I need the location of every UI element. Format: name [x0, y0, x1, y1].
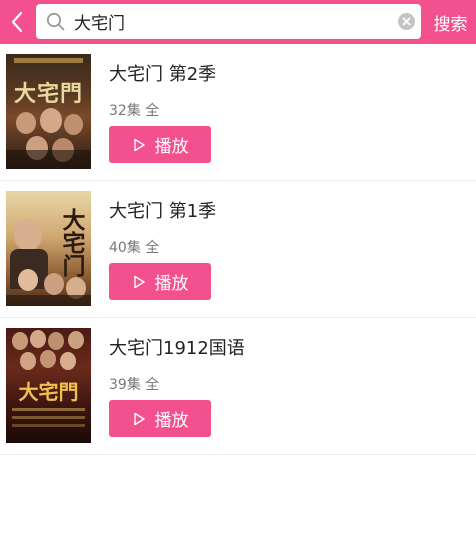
item-title[interactable]: 大宅门1912国语: [109, 334, 245, 360]
result-list: 大宅門 大宅门 第2季 32集 全 播放 大宅门 大宅门 第1季 40集 全 播…: [0, 44, 476, 455]
list-item[interactable]: 大宅门 大宅门 第1季 40集 全 播放: [0, 181, 476, 318]
clear-icon[interactable]: [398, 13, 415, 30]
poster-title: 大宅门: [58, 207, 85, 277]
play-label: 播放: [154, 137, 189, 157]
poster-image[interactable]: 大宅门: [6, 191, 91, 306]
play-button[interactable]: 播放: [109, 400, 211, 437]
poster-image[interactable]: 大宅門: [6, 328, 91, 443]
item-title[interactable]: 大宅门 第2季: [109, 60, 216, 86]
back-button[interactable]: [0, 0, 34, 44]
episode-count: 40集 全: [109, 240, 160, 256]
search-button[interactable]: 搜索: [425, 0, 476, 44]
search-icon: [46, 12, 65, 31]
episode-count: 32集 全: [109, 103, 160, 119]
search-input[interactable]: [74, 4, 394, 39]
list-item[interactable]: 大宅門 大宅门1912国语 39集 全 播放: [0, 318, 476, 455]
item-title[interactable]: 大宅门 第1季: [109, 197, 216, 223]
play-icon: [133, 138, 145, 151]
chevron-left-icon: [11, 11, 23, 33]
play-icon: [133, 412, 145, 425]
close-icon: [402, 17, 411, 26]
play-label: 播放: [154, 411, 189, 431]
episode-count: 39集 全: [109, 377, 160, 393]
poster-title: 大宅門: [18, 380, 79, 404]
top-bar: 搜索: [0, 0, 476, 44]
search-box[interactable]: [36, 4, 421, 39]
play-icon: [133, 275, 145, 288]
play-button[interactable]: 播放: [109, 126, 211, 163]
poster-image[interactable]: 大宅門: [6, 54, 91, 169]
play-label: 播放: [154, 274, 189, 294]
list-item[interactable]: 大宅門 大宅门 第2季 32集 全 播放: [0, 44, 476, 181]
play-button[interactable]: 播放: [109, 263, 211, 300]
poster-title: 大宅門: [13, 81, 83, 107]
